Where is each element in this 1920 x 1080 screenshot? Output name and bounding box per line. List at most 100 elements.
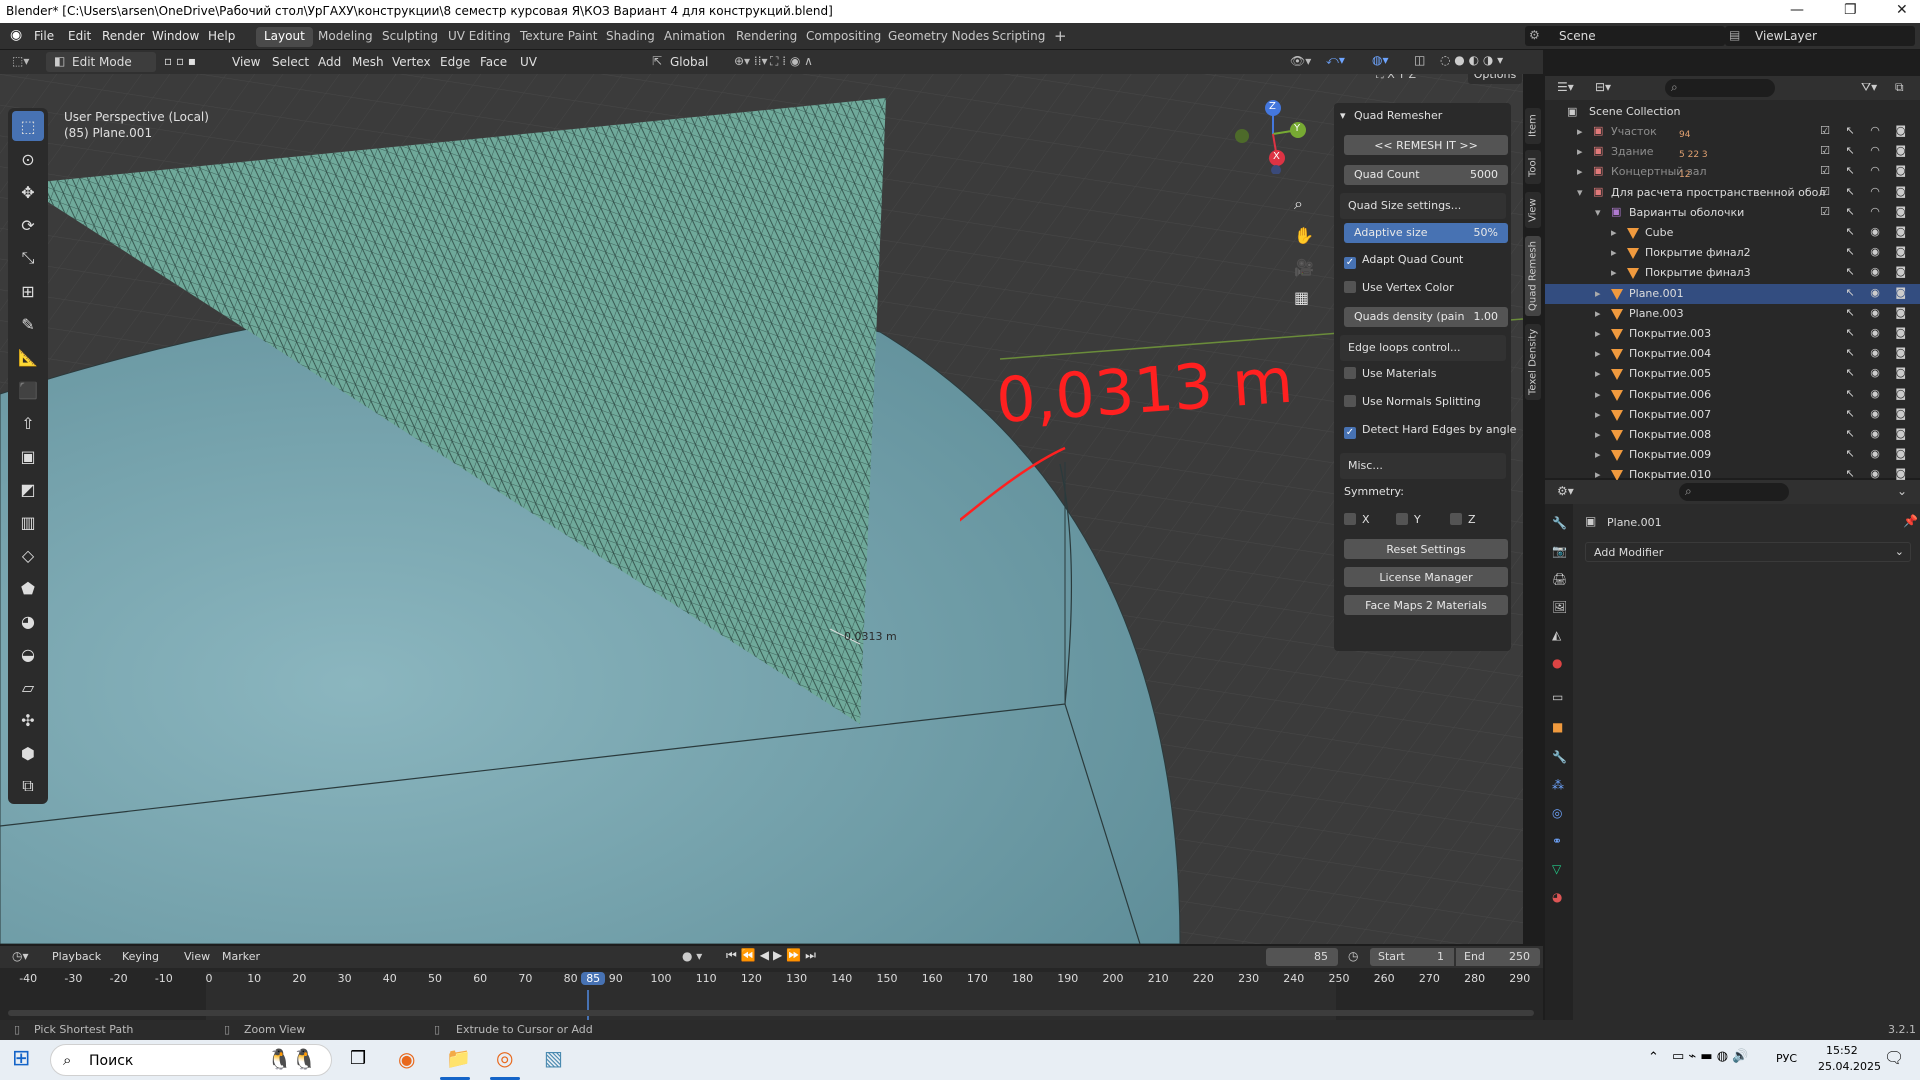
tab-layout[interactable]: Layout (256, 27, 313, 47)
tab-rendering[interactable]: Rendering (728, 27, 805, 47)
tab-texture-paint[interactable]: Texture Paint (512, 27, 605, 47)
editor-type-icon[interactable]: ⬚▾ (12, 54, 29, 68)
tab-shading[interactable]: Shading (598, 27, 663, 47)
minimize-icon[interactable]: — (1790, 2, 1804, 18)
perspective-grid-icon[interactable]: ▦ (1294, 288, 1309, 307)
menu-render[interactable]: Render (102, 29, 145, 43)
view-layer-tab-icon[interactable]: 🖼 (1552, 600, 1567, 614)
chevron-down-icon[interactable]: ⌄ (1897, 484, 1907, 498)
outliner-row[interactable]: ▸ Покрытие.004 ↖ ◉ ◙ (1545, 344, 1920, 364)
language-indicator[interactable]: РУС (1776, 1052, 1797, 1065)
shrink-tool-icon[interactable]: ✣ (12, 705, 44, 735)
world-tab-icon[interactable]: ● (1552, 656, 1562, 670)
tab-uv-editing[interactable]: UV Editing (440, 27, 519, 47)
use-normals-checkbox[interactable]: Use Normals Splitting (1344, 395, 1481, 408)
menu-window[interactable]: Window (152, 29, 199, 43)
taskbar-search-input[interactable]: ⌕ Поиск 🐧🐧 (50, 1044, 332, 1076)
tab-compositing[interactable]: Compositing (798, 27, 889, 47)
visibility-toggle-icons[interactable]: ↖ ◉ ◙ (1846, 467, 1912, 480)
camera-icon[interactable]: 🎥 (1294, 258, 1314, 277)
disclosure-icon[interactable]: ▸ (1577, 145, 1583, 158)
disclosure-icon[interactable]: ▸ (1595, 448, 1601, 461)
reset-settings-button[interactable]: Reset Settings (1344, 539, 1508, 559)
menu-face[interactable]: Face (480, 55, 507, 69)
outliner-row[interactable]: ▸ Покрытие.008 ↖ ◉ ◙ (1545, 425, 1920, 445)
mode-dropdown[interactable]: ◧ Edit Mode (46, 52, 156, 72)
outliner-row[interactable]: ▸ ▣ Здание 5 22 3 ☑ ↖ ◠ ◙ (1545, 142, 1920, 162)
visibility-toggle-icons[interactable]: ↖ ◉ ◙ (1846, 225, 1912, 238)
disclosure-icon[interactable]: ▸ (1611, 226, 1617, 239)
disclosure-icon[interactable]: ▸ (1577, 165, 1583, 178)
filter-icon[interactable]: ⛛▾ (1861, 80, 1877, 95)
axis-z[interactable]: Z (1408, 74, 1416, 81)
use-materials-checkbox[interactable]: Use Materials (1344, 367, 1436, 380)
record-icon[interactable]: ● ▾ (682, 949, 702, 963)
tab-tool[interactable]: Tool (1525, 150, 1541, 184)
tab-view[interactable]: View (1525, 192, 1541, 228)
disclosure-icon[interactable]: ▸ (1595, 287, 1601, 300)
orientation-dropdown[interactable]: Global (670, 55, 708, 69)
time-icon[interactable]: ◷ (1348, 949, 1358, 963)
outliner-row[interactable]: ▸ Покрытие.009 ↖ ◉ ◙ (1545, 445, 1920, 465)
task-view-icon[interactable]: ❒ (350, 1048, 366, 1069)
edge-loops-section[interactable]: Edge loops control... (1340, 335, 1506, 361)
menu-playback[interactable]: Playback (52, 950, 101, 963)
windows-start-icon[interactable]: ⊞ (12, 1046, 30, 1071)
scene-selector[interactable]: ⚙ Scene (1525, 26, 1725, 46)
outliner-row[interactable]: ▸ Покрытие финал3 ↖ ◉ ◙ (1545, 263, 1920, 283)
select-tool-icon[interactable]: ⬚ (12, 111, 44, 141)
tray-chevron-icon[interactable]: ⌃ (1648, 1050, 1659, 1065)
outliner-row[interactable]: ▸ Покрытие.003 ↖ ◉ ◙ (1545, 324, 1920, 344)
detect-hard-edges-checkbox[interactable]: ✓ Detect Hard Edges by angle (1344, 423, 1516, 439)
poly-build-tool-icon[interactable]: ⬟ (12, 573, 44, 603)
quads-density-field[interactable]: Quads density (pain 1.00 (1344, 307, 1508, 327)
visibility-toggle-icons[interactable]: ↖ ◉ ◙ (1846, 265, 1912, 278)
menu-uv[interactable]: UV (520, 55, 537, 69)
notification-icon[interactable]: 🗨 (1884, 1048, 1904, 1067)
disclosure-icon[interactable]: ▾ (1595, 206, 1601, 219)
quad-size-section[interactable]: Quad Size settings... (1340, 193, 1506, 219)
pan-hand-icon[interactable]: ✋ (1294, 226, 1314, 245)
tab-geometry-nodes[interactable]: Geometry Nodes (880, 27, 997, 47)
menu-file[interactable]: File (34, 29, 54, 43)
transform-tool-icon[interactable]: ⊞ (12, 276, 44, 306)
navigation-gizmo[interactable]: Z Y X (1228, 94, 1308, 175)
disclosure-icon[interactable]: ▸ (1595, 327, 1601, 340)
axis-lock-icons[interactable]: ⛶ X Y Z (1376, 74, 1416, 82)
shading-modes-icon[interactable]: ◌ ● ◐ ◑ ▾ (1440, 53, 1503, 67)
properties-search-input[interactable]: ⌕ (1679, 483, 1789, 501)
tab-texel-density[interactable]: Texel Density (1525, 324, 1541, 400)
outliner-row[interactable]: ▾ ▣ Варианты оболочки ☑ ↖ ◠ ◙ (1545, 203, 1920, 223)
remesh-button[interactable]: << REMESH IT >> (1344, 135, 1508, 155)
disclosure-icon[interactable]: ▸ (1611, 246, 1617, 259)
tray-icons[interactable]: ▭ ⌁ ▬ ◍ 🔊 (1672, 1049, 1748, 1064)
modifier-tab-icon[interactable]: 🔧 (1552, 750, 1567, 764)
end-frame-field[interactable]: End 250 (1456, 948, 1540, 966)
select-mode-icons[interactable]: ▫ ▫ ▪ (164, 54, 196, 68)
gizmo-toggle-icon[interactable]: ⤺▾ (1326, 53, 1345, 68)
firefox-icon[interactable]: ◉ (398, 1047, 415, 1071)
menu-select[interactable]: Select (272, 55, 309, 69)
tab-quad-remesh[interactable]: Quad Remesh (1525, 236, 1541, 316)
tool-tab-icon[interactable]: 🔧 (1552, 516, 1567, 530)
visibility-toggle-icons[interactable]: ↖ ◉ ◙ (1846, 387, 1912, 400)
menu-edit[interactable]: Edit (68, 29, 91, 43)
visibility-toggle-icons[interactable]: ☑ ↖ ◠ ◙ (1820, 185, 1912, 198)
disclosure-icon[interactable]: ▸ (1577, 125, 1583, 138)
visibility-toggle-icons[interactable]: ↖ ◉ ◙ (1846, 407, 1912, 420)
use-vertex-color-checkbox[interactable]: Use Vertex Color (1344, 281, 1454, 294)
visibility-toggle-icons[interactable]: ↖ ◉ ◙ (1846, 366, 1912, 379)
tab-modeling[interactable]: Modeling (310, 27, 381, 47)
rip-tool-icon[interactable]: ⧉ (12, 771, 44, 801)
disclosure-icon[interactable]: ▸ (1595, 408, 1601, 421)
cursor-tool-icon[interactable]: ⊙ (12, 144, 44, 174)
timeline-ruler[interactable]: -40 -30 -20 -10 0 10 20 30 40 50 60 70 80 85 90 100 110 1… (0, 968, 1543, 1020)
measure-tool-icon[interactable]: 📐 (12, 342, 44, 372)
outliner-scene-collection[interactable]: ▣ Scene Collection (1545, 102, 1920, 122)
outliner-search-input[interactable]: ⌕ (1665, 79, 1775, 97)
menu-vertex[interactable]: Vertex (392, 55, 431, 69)
tab-sculpting[interactable]: Sculpting (374, 27, 446, 47)
material-tab-icon[interactable]: ◕ (1552, 890, 1562, 904)
add-workspace-icon[interactable]: + (1046, 25, 1075, 45)
overlay-toggle-icon[interactable]: ◍▾ (1372, 53, 1389, 67)
